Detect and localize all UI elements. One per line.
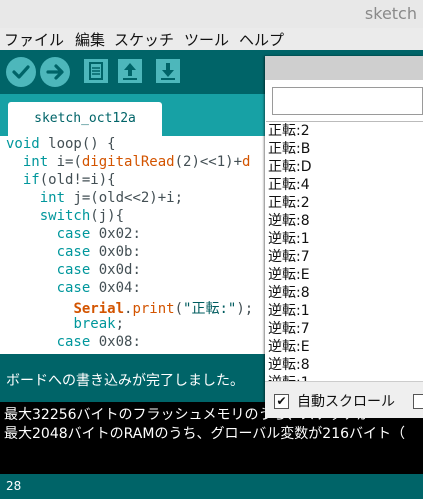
serial-input-field[interactable] <box>272 87 423 115</box>
verify-button[interactable] <box>6 57 36 87</box>
code-line: if(old!=i){ <box>22 172 116 188</box>
footer-bar: 28 <box>0 474 423 499</box>
menu-file[interactable]: ファイル <box>4 29 64 50</box>
serial-output-line: 正転:B <box>268 141 311 157</box>
menu-help[interactable]: ヘルプ <box>239 29 284 50</box>
serial-output-line: 逆転:1 <box>268 303 310 319</box>
menu-tools[interactable]: ツール <box>184 29 229 50</box>
title-bar: sketch <box>0 0 423 28</box>
code-line: int i=(digitalRead(2)<<1)+d <box>22 154 251 170</box>
tab-label: sketch_oct12a <box>34 111 136 126</box>
serial-output-line: 逆転:E <box>268 267 310 283</box>
code-line: void loop() { <box>6 136 116 152</box>
serial-output-line: 逆転:7 <box>268 249 310 265</box>
open-button[interactable] <box>118 59 142 83</box>
serial-output-line: 正転:D <box>268 159 312 175</box>
tab-sketch[interactable]: sketch_oct12a <box>8 102 162 136</box>
new-button[interactable] <box>84 59 108 83</box>
upload-arrow-icon <box>123 63 137 80</box>
autoscroll-label: 自動スクロール <box>297 394 395 410</box>
menu-edit[interactable]: 編集 <box>75 29 105 50</box>
arrow-right-icon <box>46 64 64 80</box>
window-title: sketch <box>364 4 417 23</box>
save-button[interactable] <box>156 59 180 83</box>
code-line: case 0x0b: <box>56 244 141 260</box>
serial-output-line: 逆転:8 <box>268 357 310 373</box>
serial-output-line: 正転:2 <box>268 195 310 211</box>
upload-button[interactable] <box>40 57 70 87</box>
console-line: 最大2048バイトのRAMのうち、グローバル変数が216バイト（ <box>4 426 406 442</box>
serial-output-line: 逆転:8 <box>268 285 310 301</box>
menu-sketch[interactable]: スケッチ <box>114 29 174 50</box>
serial-output: 正転:2 正転:B 正転:D 正転:4 正転:2 逆転:8 逆転:1 逆転:7 … <box>266 121 423 382</box>
serial-monitor-titlebar[interactable] <box>265 56 423 80</box>
code-line: switch(j){ <box>39 208 125 224</box>
serial-output-line: 逆転:E <box>268 339 310 355</box>
status-message: ボードへの書き込みが完了しました。 <box>6 373 244 389</box>
serial-output-line: 正転:4 <box>268 177 310 193</box>
code-line: case 0x04: <box>56 280 141 296</box>
code-line: break; <box>73 316 125 332</box>
autoscroll-checkbox[interactable]: ✔ <box>274 394 289 409</box>
serial-output-line: 逆転:8 <box>268 213 310 229</box>
new-file-icon <box>89 62 103 80</box>
code-line: Serial.print("正転:"); <box>73 301 254 317</box>
serial-output-line: 逆転:1 <box>268 231 310 247</box>
menu-bar: ファイル 編集 スケッチ ツール ヘルプ <box>0 28 423 50</box>
serial-monitor-window: 正転:2 正転:B 正転:D 正転:4 正転:2 逆転:8 逆転:1 逆転:7 … <box>265 56 423 418</box>
timestamp-checkbox[interactable] <box>413 394 423 409</box>
code-line: case 0x0d: <box>56 262 141 278</box>
download-arrow-icon <box>161 63 175 80</box>
serial-options-bar: ✔ 自動スクロール <box>265 381 423 418</box>
code-line: case 0x08: <box>56 334 141 350</box>
code-line: case 0x02: <box>56 226 141 242</box>
line-number: 28 <box>6 479 22 493</box>
serial-output-line: 逆転:7 <box>268 321 310 337</box>
code-line: int j=(old<<2)+i; <box>39 190 184 206</box>
check-icon <box>12 65 30 79</box>
